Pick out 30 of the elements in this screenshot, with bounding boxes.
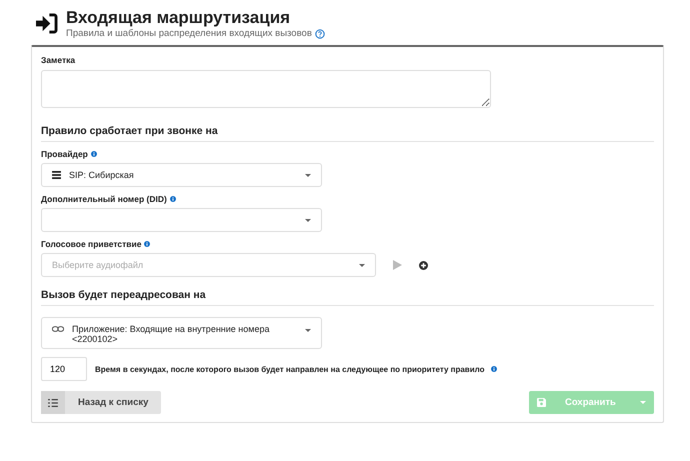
- page-subtitle: Правила и шаблоны распределения входящих вызовов: [66, 28, 312, 39]
- timeout-field[interactable]: 120: [41, 357, 87, 381]
- field-label: Заметка: [41, 55, 76, 65]
- timeout-label: Время в секундах, после которого вызов будет направлен на следующее по приоритету правило: [95, 364, 485, 374]
- caret-icon: [305, 174, 311, 176]
- field-label: Провайдер: [41, 149, 88, 159]
- caret-icon: [305, 218, 311, 222]
- section-heading: Правило сработает при звонке на: [41, 125, 654, 142]
- caret-icon: [640, 401, 646, 404]
- add-icon[interactable]: [419, 260, 428, 270]
- app-icon: [52, 326, 64, 332]
- select-field[interactable]: [41, 208, 322, 232]
- login-arrow-icon: [35, 13, 58, 34]
- field-label: Голосовое приветствие: [41, 239, 142, 249]
- field-label: Дополнительный номер (DID): [41, 194, 167, 204]
- caret-icon: [305, 329, 311, 332]
- help-icon[interactable]: [314, 28, 325, 38]
- info-icon[interactable]: [170, 196, 176, 202]
- caret-icon: [359, 264, 365, 266]
- info-icon[interactable]: [490, 366, 497, 372]
- page-title: Входящая маршрутизация: [66, 8, 292, 28]
- note-field[interactable]: [41, 70, 491, 108]
- select-field[interactable]: Приложение: Входящие на внутренние номера <2200102>: [41, 317, 322, 349]
- server-icon: [52, 171, 61, 179]
- select-field[interactable]: SIP: Сибирская: [41, 163, 322, 187]
- back-button[interactable]: Назад к списку: [41, 391, 161, 414]
- info-icon[interactable]: [90, 151, 97, 157]
- list-icon: [48, 398, 58, 406]
- info-icon[interactable]: [144, 241, 150, 247]
- section-heading: Вызов будет переадресован на: [41, 289, 654, 306]
